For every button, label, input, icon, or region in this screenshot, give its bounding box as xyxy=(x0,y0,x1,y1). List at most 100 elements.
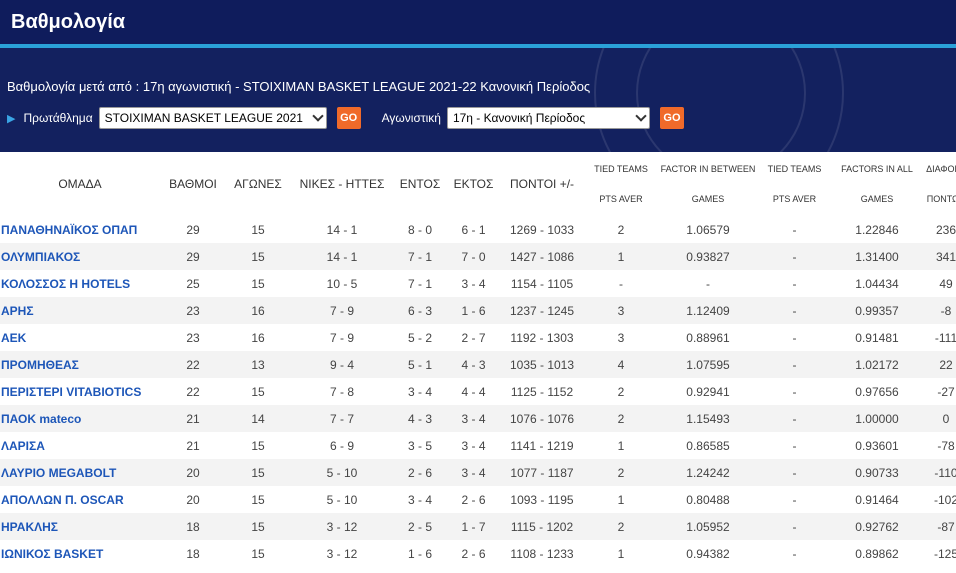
cell-home-record: 3 - 5 xyxy=(407,438,432,453)
col-header-line: TIED TEAMS xyxy=(594,164,648,174)
cell-score: 1192 - 1303 xyxy=(510,330,574,345)
cell-factors-all: 0.99357 xyxy=(832,297,922,324)
cell-away-record: 1 - 7 xyxy=(446,513,501,540)
col-header-points-difference[interactable]: ΔΙΑΦΟΡΑ ΠΟΝΤΩΝ xyxy=(922,152,956,216)
col-header-wins-losses[interactable]: ΝΙΚΕΣ - ΗΤΤΕΣ xyxy=(290,152,394,216)
cell-score: 1269 - 1033 xyxy=(509,222,575,237)
col-header-home[interactable]: ΕΝΤΟΣ xyxy=(394,152,446,216)
team-link[interactable]: ΠΕΡΙΣΤΕΡΙ VITABIOTICS xyxy=(0,378,160,405)
col-header-line: PTS AVER xyxy=(599,194,643,204)
cell-tied-pts-aver: 2 xyxy=(583,459,659,486)
cell-games: 15 xyxy=(251,384,265,399)
col-header-line: ΠΟΝΤΩΝ xyxy=(926,194,956,204)
cell-points: 21 xyxy=(186,438,200,453)
cell-away-record: 6 - 1 xyxy=(461,222,486,237)
cell-points-diff: -102 xyxy=(933,492,956,507)
table-header-row: ΟΜΑΔΑ ΒΑΘΜΟΙ ΑΓΩΝΕΣ ΝΙΚΕΣ - ΗΤΤΕΣ ΕΝΤΟΣ … xyxy=(0,152,956,216)
team-link[interactable]: ΠΑΝΑΘΗΝΑΪΚΟΣ ΟΠΑΠ xyxy=(0,216,160,243)
col-header-tied-teams-pts-aver-2[interactable]: TIED TEAMS PTS AVER xyxy=(757,152,832,216)
cell-score: 1077 - 1187 xyxy=(501,459,583,486)
cell-wins-losses: 7 - 9 xyxy=(329,330,354,345)
cell-away-record: 3 - 4 xyxy=(446,459,501,486)
cell-factor-between: 0.94382 xyxy=(686,546,730,561)
team-link[interactable]: ΗΡΑΚΛΗΣ xyxy=(0,513,160,540)
title-bar: Βαθμολογία xyxy=(0,0,956,44)
cell-games: 15 xyxy=(226,459,290,486)
cell-factors-all: 1.02172 xyxy=(832,351,922,378)
cell-factor-between: - xyxy=(706,276,710,291)
cell-tied-pts-aver: 2 xyxy=(617,384,625,399)
cell-points: 23 xyxy=(160,297,226,324)
team-link[interactable]: ΑΠΟΛΛΩΝ Π. OSCAR xyxy=(0,486,160,513)
team-link[interactable]: ΛΑΥΡΙΟ MEGABOLT xyxy=(0,459,160,486)
cell-home-record: 3 - 4 xyxy=(407,384,432,399)
cell-points: 20 xyxy=(160,459,226,486)
cell-tied-pts-aver-2: - xyxy=(792,384,797,399)
team-link[interactable]: ΛΑΡΙΣΑ xyxy=(0,432,160,459)
team-link[interactable]: ΠΡΟΜΗΘΕΑΣ xyxy=(0,351,160,378)
cell-away-record: 3 - 4 xyxy=(461,438,486,453)
cell-games: 14 xyxy=(226,405,290,432)
col-header-games[interactable]: ΑΓΩΝΕΣ xyxy=(226,152,290,216)
team-link[interactable]: ΑΡΗΣ xyxy=(0,297,160,324)
team-link[interactable]: ΟΛΥΜΠΙΑΚΟΣ xyxy=(0,243,160,270)
cell-tied-pts-aver-2: - xyxy=(792,330,797,345)
standings-table: ΟΜΑΔΑ ΒΑΘΜΟΙ ΑΓΩΝΕΣ ΝΙΚΕΣ - ΗΤΤΕΣ ΕΝΤΟΣ … xyxy=(0,152,956,567)
cell-points-diff: -87 xyxy=(922,513,956,540)
cell-away-record: 2 - 6 xyxy=(461,546,486,561)
cell-home-record: 3 - 4 xyxy=(407,492,432,507)
col-header-away[interactable]: ΕΚΤΟΣ xyxy=(446,152,501,216)
cell-away-record: 2 - 6 xyxy=(461,492,486,507)
play-arrow-icon: ▶ xyxy=(7,112,16,125)
col-header-score[interactable]: ΠΟΝΤΟΙ +/- xyxy=(501,152,583,216)
cell-tied-pts-aver-2: - xyxy=(792,276,797,291)
cell-wins-losses: 10 - 5 xyxy=(326,276,358,291)
championship-select[interactable]: STOIXIMAN BASKET LEAGUE 2021 xyxy=(98,107,327,129)
round-go-button[interactable]: GO xyxy=(659,107,684,129)
standings-subtitle: Βαθμολογία μετά από : 17η αγωνιστική - S… xyxy=(7,79,591,94)
cell-games: 16 xyxy=(251,330,265,345)
cell-points: 25 xyxy=(186,276,200,291)
col-header-factor-between-games[interactable]: FACTOR IN BETWEEN GAMES xyxy=(659,152,757,216)
team-link[interactable]: ΙΩΝΙΚΟΣ BASKET xyxy=(0,540,160,567)
col-header-points[interactable]: ΒΑΘΜΟΙ xyxy=(160,152,226,216)
filters-row: ▶ Πρωτάθλημα STOIXIMAN BASKET LEAGUE 202… xyxy=(0,103,956,133)
cell-factors-all: 0.89862 xyxy=(855,546,899,561)
team-link[interactable]: ΚΟΛΟΣΣΟΣ Η HOTELS xyxy=(0,270,160,297)
col-header-factors-all-games[interactable]: FACTORS IN ALL GAMES xyxy=(832,152,922,216)
cell-points-diff: 49 xyxy=(939,276,953,291)
cell-wins-losses: 7 - 7 xyxy=(290,405,394,432)
table-row: ΠΡΟΜΗΘΕΑΣ 22 13 9 - 45 - 14 - 3 1035 - 1013 4… xyxy=(0,351,956,378)
cell-factor-between: 1.24242 xyxy=(659,459,757,486)
round-select[interactable]: 17η - Κανονική Περίοδος xyxy=(446,107,650,129)
cell-tied-pts-aver-2: - xyxy=(792,546,797,561)
col-header-tied-teams-pts-aver[interactable]: TIED TEAMS PTS AVER xyxy=(583,152,659,216)
cell-away-record: 1 - 6 xyxy=(446,297,501,324)
col-header-team[interactable]: ΟΜΑΔΑ xyxy=(0,152,160,216)
cell-games: 15 xyxy=(251,492,265,507)
cell-points: 23 xyxy=(186,330,200,345)
cell-wins-losses: 9 - 4 xyxy=(290,351,394,378)
cell-factor-between: 1.15493 xyxy=(659,405,757,432)
team-link[interactable]: ΠΑΟΚ mateco xyxy=(0,405,160,432)
cell-tied-pts-aver-2: - xyxy=(757,351,832,378)
cell-score: 1035 - 1013 xyxy=(501,351,583,378)
cell-points: 18 xyxy=(186,546,200,561)
championship-go-button[interactable]: GO xyxy=(336,107,361,129)
cell-factors-all: 1.22846 xyxy=(855,222,899,237)
cell-tied-pts-aver-2: - xyxy=(792,222,797,237)
cell-factors-all: 0.97656 xyxy=(855,384,899,399)
cell-away-record: 3 - 4 xyxy=(461,276,486,291)
cell-factor-between: 1.12409 xyxy=(659,297,757,324)
cell-factor-between: 1.07595 xyxy=(659,351,757,378)
cell-tied-pts-aver-2: - xyxy=(757,405,832,432)
cell-home-record: 2 - 6 xyxy=(394,459,446,486)
cell-score: 1108 - 1233 xyxy=(510,546,574,561)
cell-home-record: 2 - 5 xyxy=(394,513,446,540)
championship-select-value: STOIXIMAN BASKET LEAGUE 2021 xyxy=(104,111,303,125)
table-row: ΙΩΝΙΚΟΣ BASKET 18 15 3 - 12 1 - 6 2 - 6 1108 -… xyxy=(0,540,956,567)
cell-points-diff: -8 xyxy=(922,297,956,324)
cell-wins-losses: 5 - 10 xyxy=(326,492,358,507)
cell-tied-pts-aver: 3 xyxy=(617,330,625,345)
team-link[interactable]: ΑΕΚ xyxy=(0,324,160,351)
